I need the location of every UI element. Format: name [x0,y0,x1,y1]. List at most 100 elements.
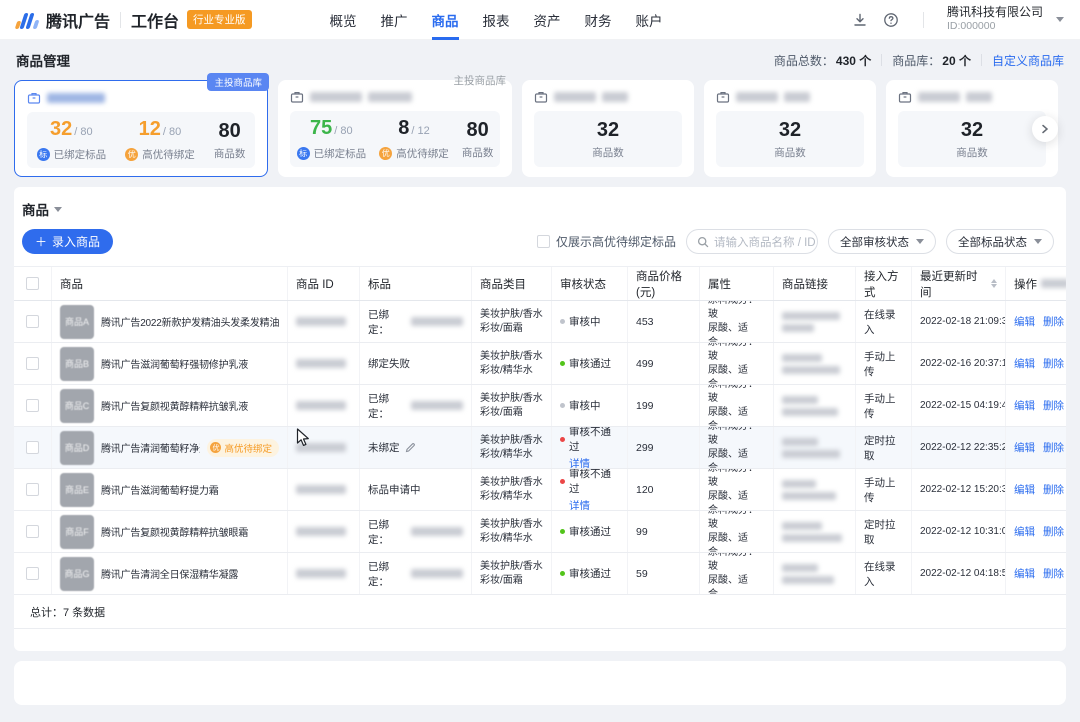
product-thumbnail: 商品B [60,347,94,381]
pending-icon: 优 [125,148,138,161]
binding-status: 已绑定： [368,559,406,589]
account-id: ID:000000 [947,20,1043,33]
account-caret-icon[interactable] [1056,17,1064,22]
table-total: 总计：7 条数据 [14,595,1066,629]
price: 299 [628,427,700,468]
delete-link[interactable]: 删除 [1043,566,1064,581]
product-name: 腾讯广告清润葡萄籽净透光洁面乳 [101,440,200,455]
row-checkbox[interactable] [26,399,39,412]
category: 美妆护肤/香水 彩妆/面霜 [472,553,552,594]
account-info[interactable]: 腾讯科技有限公司 ID:000000 [947,5,1043,33]
row-checkbox[interactable] [26,525,39,538]
page-head: 商品管理 商品总数：430 个 商品库：20 个 自定义商品库 [0,40,1080,78]
nav-account[interactable]: 账户 [636,0,663,40]
product-id-redacted [288,553,360,594]
nav-product[interactable]: 商品 [432,0,459,40]
delete-link[interactable]: 删除 [1043,314,1064,329]
library-card-2[interactable]: 主投商品库 75/ 80 标已绑定标品 8/ 12 优高优待绑定 80 商品数 [278,80,512,177]
product-id-redacted [288,343,360,384]
edit-link[interactable]: 编辑 [1014,566,1035,581]
library-card-3[interactable]: 32 商品数 [522,80,694,177]
nav-asset[interactable]: 资产 [534,0,561,40]
row-checkbox[interactable] [26,441,39,454]
product-link-redacted [782,438,840,458]
status-detail-link[interactable]: 详情 [569,456,590,468]
scope-label: 商品 [22,199,49,219]
library-icon [27,91,41,105]
status-detail-link[interactable]: 详情 [569,498,590,510]
nav-overview[interactable]: 概览 [330,0,357,40]
product-table-panel: 商品 ＋ 录入商品 仅展示高优待绑定标品 请输入商品名称 / ID 全部审核状态… [14,187,1066,651]
sku-name-redacted [411,317,463,326]
sku-name-redacted [411,527,463,536]
library-name-suffix-redacted [602,92,628,102]
updated-time: 2022-02-15 04:19:4 [912,385,1006,426]
delete-link[interactable]: 删除 [1043,524,1064,539]
row-checkbox[interactable] [26,357,39,370]
nav-finance[interactable]: 财务 [585,0,612,40]
custom-library-link[interactable]: 自定义商品库 [992,52,1064,69]
edit-link[interactable]: 编辑 [1014,356,1035,371]
sku-name-redacted [411,569,463,578]
search-input[interactable]: 请输入商品名称 / ID [686,229,818,254]
sku-status-filter[interactable]: 全部标品状态 [946,229,1054,254]
updated-time: 2022-02-16 20:37:1 [912,343,1006,384]
footer-panel [14,661,1066,705]
delete-link[interactable]: 删除 [1043,482,1064,497]
audit-status: 审核通过 [569,356,611,371]
library-card-1[interactable]: 主投商品库 32/ 80 标已绑定标品 12/ 80 优高优待绑定 80 商品数 [14,80,268,177]
edit-link[interactable]: 编辑 [1014,482,1035,497]
count-stat: 32 商品数 [774,119,806,160]
product-id-redacted [288,511,360,552]
library-count-label: 商品库： [892,52,940,69]
status-dot [560,361,565,366]
attributes: 原料成分：玻 尿酸、适合... [700,469,774,510]
status-dot [560,403,565,408]
nav-report[interactable]: 报表 [483,0,510,40]
count-stat: 80 商品数 [214,120,246,161]
table-toolbar: ＋ 录入商品 仅展示高优待绑定标品 请输入商品名称 / ID 全部审核状态 全部… [14,229,1066,254]
search-icon [697,236,709,248]
edit-link[interactable]: 编辑 [1014,440,1035,455]
edit-link[interactable]: 编辑 [1014,314,1035,329]
attributes: 原料成分：玻 尿酸、适合... [700,511,774,552]
row-checkbox[interactable] [26,567,39,580]
category: 美妆护肤/香水 彩妆/精华水 [472,469,552,510]
edit-link[interactable]: 编辑 [1014,398,1035,413]
library-icon [898,90,912,104]
select-all-checkbox[interactable] [26,277,39,290]
page-title: 商品管理 [16,50,70,70]
col-price: 商品价格 (元) [628,267,700,300]
download-icon[interactable] [851,11,869,29]
col-updated: 最近更新时间 [912,267,1006,300]
delete-link[interactable]: 删除 [1043,398,1064,413]
library-name-redacted [736,92,778,102]
audit-status: 审核中 [569,398,601,413]
edit-binding-icon[interactable] [405,442,416,453]
nav-promotion[interactable]: 推广 [381,0,408,40]
audit-status: 审核不通过 [569,469,619,496]
carousel-next-button[interactable] [1032,116,1058,142]
add-product-button[interactable]: ＋ 录入商品 [22,229,113,254]
plus-icon: ＋ [35,233,47,250]
library-name-redacted [47,93,105,103]
library-name-redacted [310,92,362,102]
audit-status-filter[interactable]: 全部审核状态 [828,229,936,254]
count-stat: 32 商品数 [592,119,624,160]
category: 美妆护肤/香水 彩妆/精华水 [472,343,552,384]
edit-link[interactable]: 编辑 [1014,524,1035,539]
row-checkbox[interactable] [26,315,39,328]
delete-link[interactable]: 删除 [1043,356,1064,371]
delete-link[interactable]: 删除 [1043,440,1064,455]
scope-selector[interactable]: 商品 [14,199,1066,219]
binding-status: 已绑定： [368,517,406,547]
library-card-4[interactable]: 32 商品数 [704,80,876,177]
sort-icon[interactable] [991,279,997,288]
product-name: 腾讯广告2022新款护发精油头发柔发精油发尾油 [101,314,279,329]
row-checkbox[interactable] [26,483,39,496]
table-row: 商品A腾讯广告2022新款护发精油头发柔发精油发尾油 已绑定： 美妆护肤/香水 … [14,301,1066,343]
help-icon[interactable] [882,11,900,29]
pending-only-checkbox[interactable] [537,235,550,248]
product-id-redacted [288,469,360,510]
pending-only-filter[interactable]: 仅展示高优待绑定标品 [537,233,676,250]
